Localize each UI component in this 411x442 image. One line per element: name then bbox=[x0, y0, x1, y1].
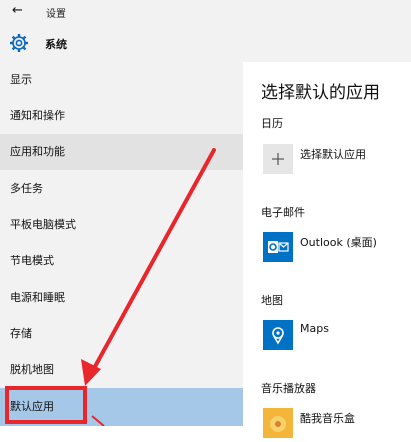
sidebar-item-multitasking[interactable]: 多任务 bbox=[0, 171, 243, 207]
music-label: 音乐播放器 bbox=[261, 382, 316, 395]
sidebar-item-label: 多任务 bbox=[10, 182, 43, 195]
section-heading: 选择默认的应用 bbox=[261, 83, 380, 103]
sidebar-item-display[interactable]: 显示 bbox=[0, 62, 243, 98]
page-header: 系统 bbox=[0, 24, 411, 62]
sidebar-item-storage[interactable]: 存储 bbox=[0, 316, 243, 352]
maps-icon[interactable] bbox=[263, 320, 293, 350]
music-app-icon[interactable] bbox=[263, 408, 293, 438]
maps-app-name[interactable]: Maps bbox=[300, 322, 329, 335]
plus-icon[interactable] bbox=[263, 144, 293, 174]
sidebar-item-apps-features[interactable]: 应用和功能 bbox=[0, 134, 243, 170]
email-label: 电子邮件 bbox=[261, 206, 305, 219]
music-app-name[interactable]: 酷我音乐盒 bbox=[300, 410, 355, 426]
window-title: 设置 bbox=[46, 9, 66, 20]
sidebar-item-label: 应用和功能 bbox=[10, 145, 65, 158]
gear-icon bbox=[10, 34, 28, 52]
annotation-highlight-box bbox=[5, 386, 87, 424]
sidebar-item-offline-maps[interactable]: 脱机地图 bbox=[0, 352, 243, 388]
outlook-icon[interactable] bbox=[263, 232, 293, 262]
sidebar: 显示 通知和操作 应用和功能 多任务 平板电脑模式 节电模式 电源和睡眠 存储 … bbox=[0, 62, 243, 426]
sidebar-item-label: 显示 bbox=[10, 73, 32, 86]
sidebar-item-battery-saver[interactable]: 节电模式 bbox=[0, 243, 243, 279]
sidebar-item-label: 电源和睡眠 bbox=[10, 291, 65, 304]
main-content: 选择默认的应用 日历 选择默认应用 电子邮件 Outlook (桌面) 地图 M… bbox=[243, 62, 411, 438]
sidebar-item-power-sleep[interactable]: 电源和睡眠 bbox=[0, 280, 243, 316]
email-app-name[interactable]: Outlook (桌面) bbox=[300, 234, 377, 250]
sidebar-item-notifications[interactable]: 通知和操作 bbox=[0, 98, 243, 134]
sidebar-item-label: 存储 bbox=[10, 327, 32, 340]
page-title: 系统 bbox=[45, 38, 67, 51]
sidebar-item-tablet-mode[interactable]: 平板电脑模式 bbox=[0, 207, 243, 243]
sidebar-item-label: 节电模式 bbox=[10, 254, 54, 267]
title-bar: ← 设置 bbox=[0, 0, 411, 24]
sidebar-item-label: 通知和操作 bbox=[10, 109, 65, 122]
calendar-app-name[interactable]: 选择默认应用 bbox=[300, 146, 366, 162]
back-arrow-icon[interactable]: ← bbox=[12, 4, 23, 18]
sidebar-item-label: 脱机地图 bbox=[10, 363, 54, 376]
sidebar-item-label: 平板电脑模式 bbox=[10, 218, 76, 231]
maps-label: 地图 bbox=[261, 294, 283, 307]
calendar-label: 日历 bbox=[261, 117, 283, 130]
